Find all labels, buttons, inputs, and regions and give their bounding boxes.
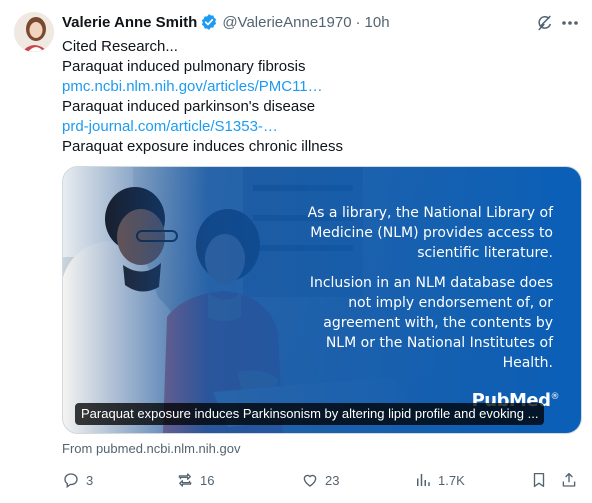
card-overlay-paragraph: Inclusion in an NLM database does not im… xyxy=(309,275,553,371)
share-icon xyxy=(562,472,576,487)
repost-count: 16 xyxy=(200,472,215,488)
tweet-line: Cited Research... xyxy=(62,38,178,55)
like-icon xyxy=(303,474,317,487)
repost-button[interactable]: 16 xyxy=(176,470,214,490)
reply-button[interactable]: 3 xyxy=(62,470,93,490)
tweet-line: Paraquat induced pulmonary fibrosis xyxy=(62,58,306,75)
verified-badge-icon[interactable] xyxy=(200,13,218,31)
tweet-line: Paraquat induced parkinson's disease xyxy=(62,98,316,115)
repost-icon xyxy=(178,473,192,487)
link-preview-card[interactable]: As a library, the National Library of Me… xyxy=(62,166,582,434)
tweet-line: Paraquat exposure induces chronic illnes… xyxy=(62,138,343,155)
tweet-link-pmc[interactable]: pmc.ncbi.nlm.nih.gov/articles/PMC11… xyxy=(62,78,323,95)
views-count: 1.7K xyxy=(438,472,465,488)
bookmark-button[interactable] xyxy=(530,470,554,490)
views-button[interactable]: 1.7K xyxy=(414,470,465,490)
author-display-name[interactable]: Valerie Anne Smith xyxy=(62,14,197,31)
like-count: 23 xyxy=(325,472,340,488)
reply-icon xyxy=(64,473,78,489)
share-button[interactable] xyxy=(560,470,584,490)
separator-dot: · xyxy=(355,13,361,31)
card-title[interactable]: Paraquat exposure induces Parkinsonism b… xyxy=(75,403,545,425)
author-handle[interactable]: @ValerieAnne1970 xyxy=(222,14,351,31)
tweet-link-prd-journal[interactable]: prd-journal.com/article/S1353-… xyxy=(62,118,278,135)
tweet[interactable]: Valerie Anne Smith @ValerieAnne1970 · 10… xyxy=(0,0,592,503)
like-button[interactable]: 23 xyxy=(301,470,339,490)
card-overlay-paragraph: As a library, the National Library of Me… xyxy=(307,205,553,261)
reply-count: 3 xyxy=(86,472,94,488)
views-icon xyxy=(417,474,430,486)
bookmark-icon xyxy=(533,472,545,488)
timestamp[interactable]: 10h xyxy=(365,14,390,31)
card-source[interactable]: From pubmed.ncbi.nlm.nih.gov xyxy=(62,441,240,456)
action-bar: 3 16 23 1.7K xyxy=(62,470,580,490)
avatar[interactable] xyxy=(14,12,54,52)
more-icon[interactable] xyxy=(560,14,580,32)
grok-icon[interactable] xyxy=(536,14,554,32)
tweet-text: Cited Research... Paraquat induced pulmo… xyxy=(62,37,582,157)
